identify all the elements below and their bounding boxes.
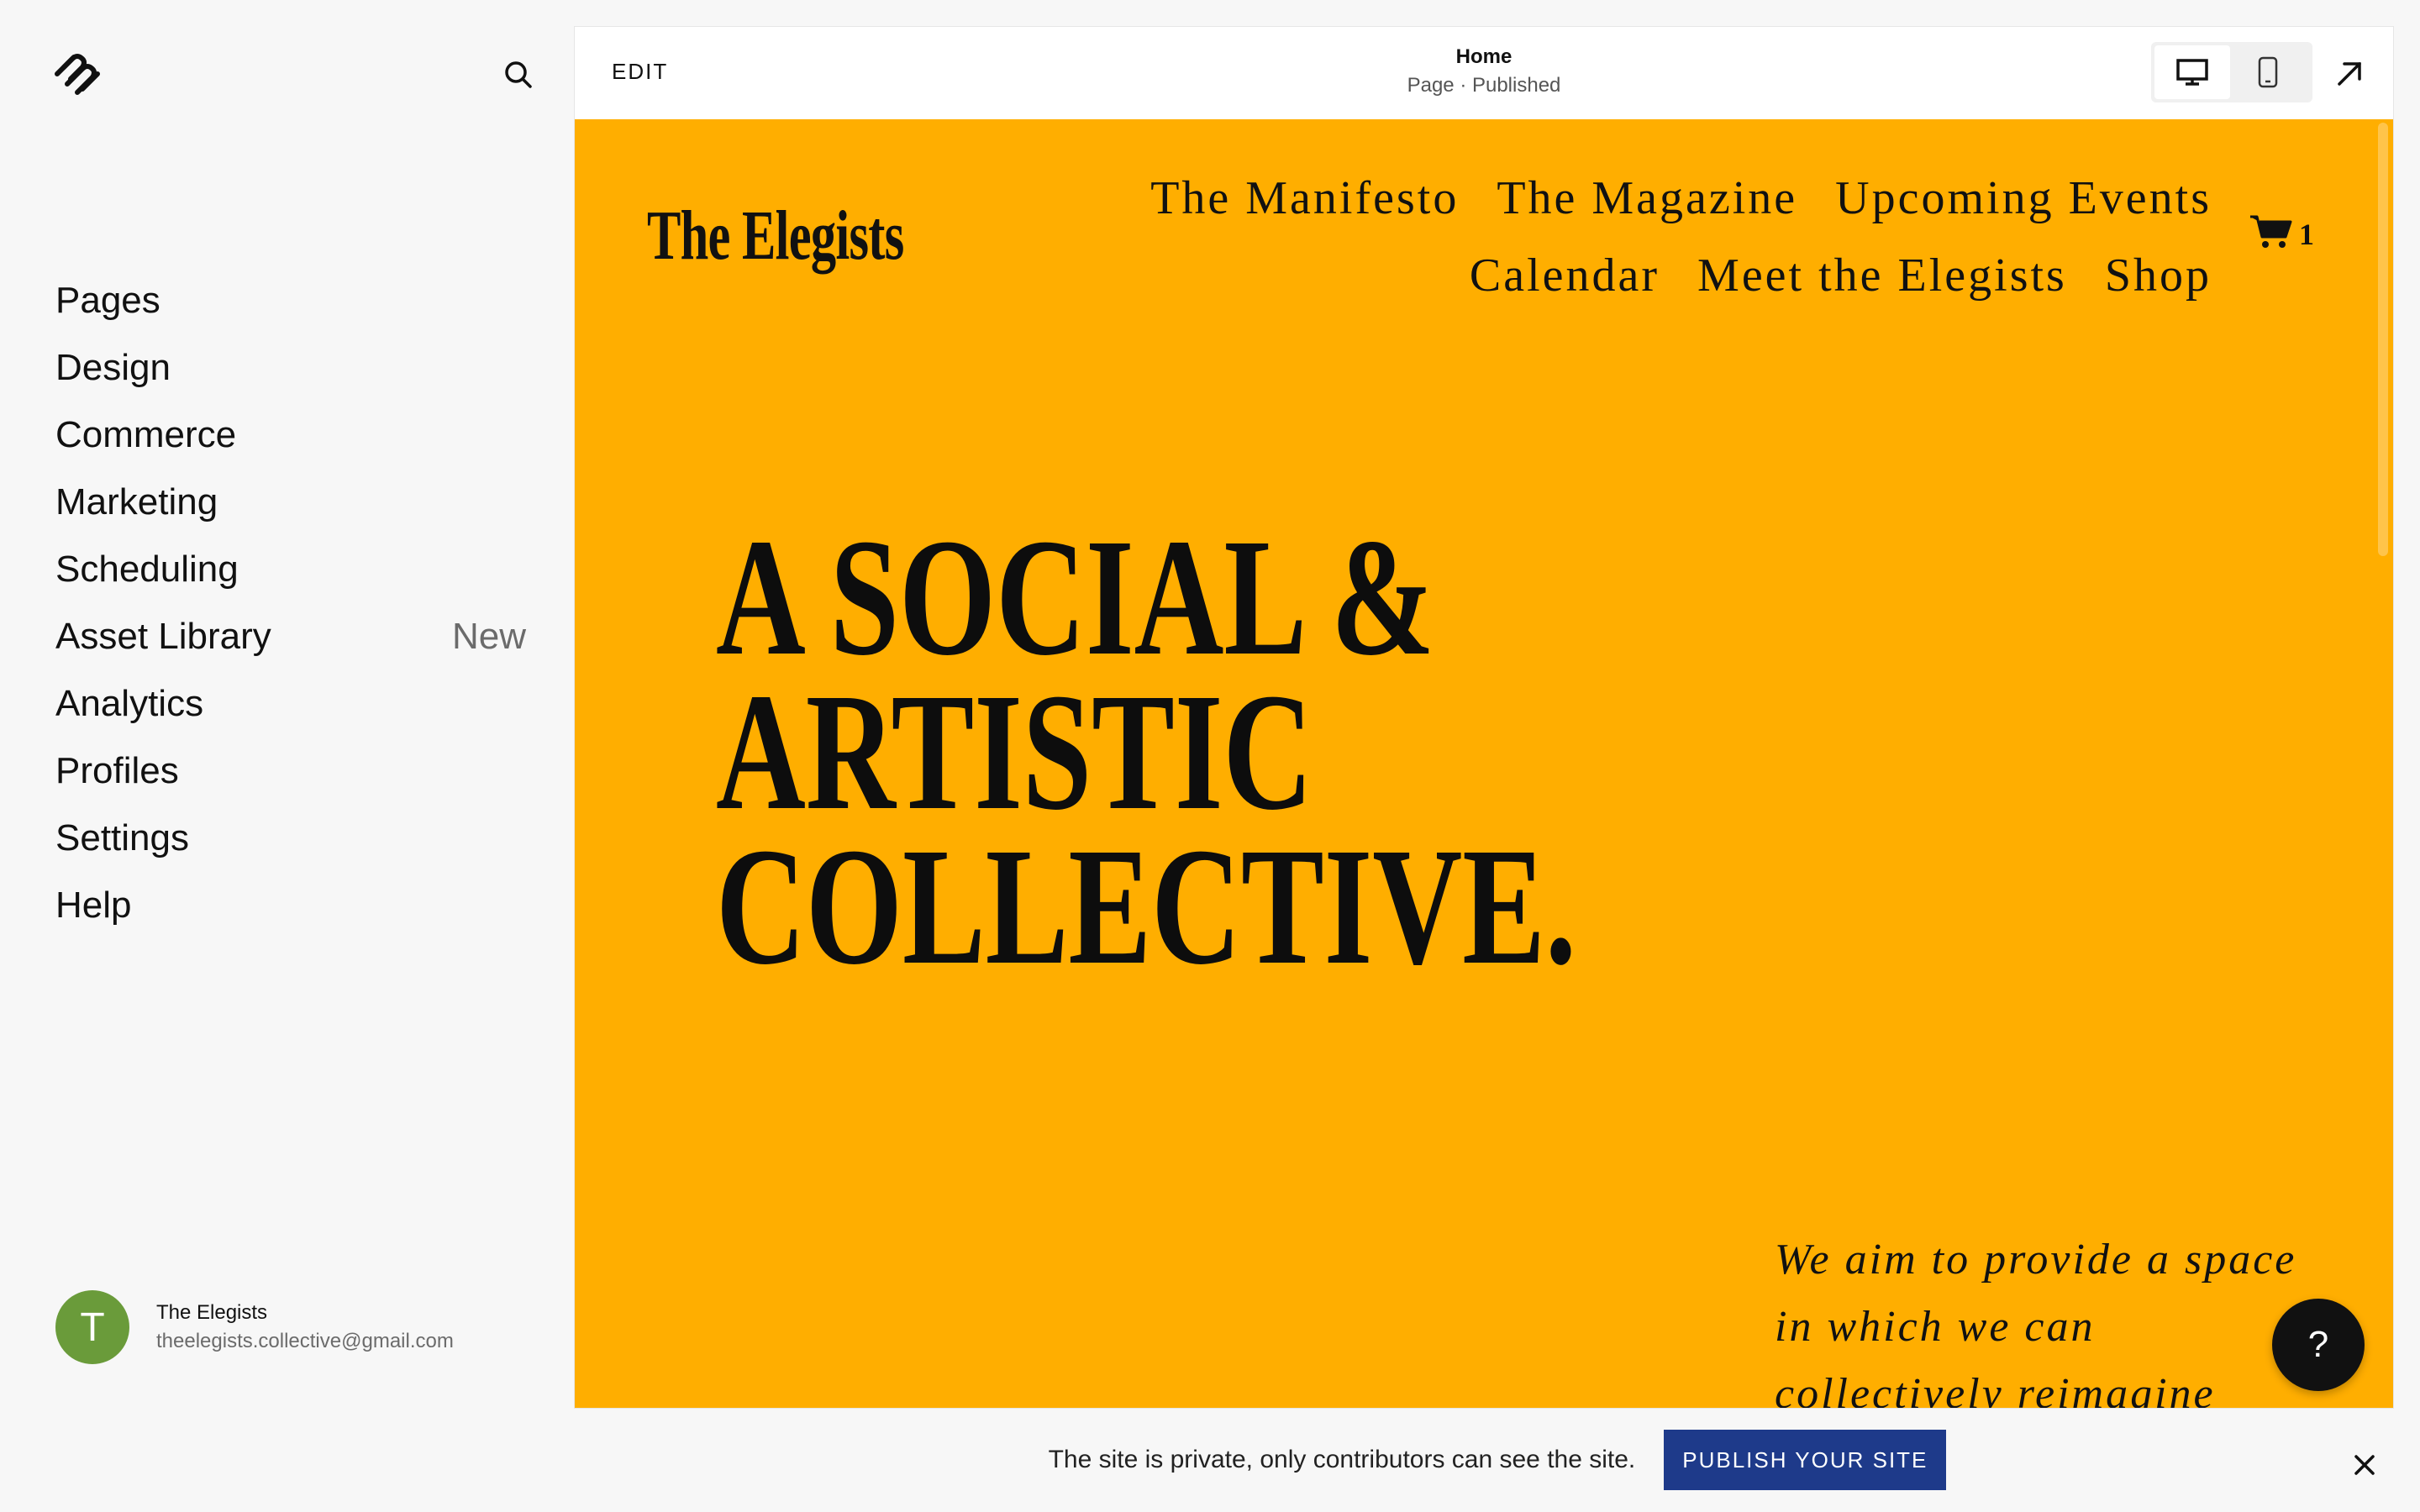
sidebar-item-help[interactable]: Help xyxy=(55,872,526,939)
search-icon[interactable] xyxy=(499,55,538,94)
cart-count: 1 xyxy=(2299,217,2314,251)
sidebar-item-label: Pages xyxy=(55,280,160,321)
sidebar-item-label: Settings xyxy=(55,817,189,858)
account-email: theelegists.collective@gmail.com xyxy=(156,1330,454,1352)
help-button[interactable]: ? xyxy=(2272,1299,2365,1391)
editor-frame: EDIT Home Page · Published The Elegists … xyxy=(575,27,2393,1408)
sidebar-item-label: Profiles xyxy=(55,750,179,791)
sidebar-item-marketing[interactable]: Marketing xyxy=(55,469,526,536)
mobile-view-icon[interactable] xyxy=(2230,45,2306,99)
sidebar-item-label: Marketing xyxy=(55,481,218,522)
view-toggle xyxy=(2151,42,2312,102)
sidebar-item-design[interactable]: Design xyxy=(55,334,526,402)
site-nav: The Manifesto The Magazine Upcoming Even… xyxy=(1035,160,2212,314)
sidebar-nav: Pages Design Commerce Marketing Scheduli… xyxy=(55,267,526,939)
sidebar-item-label: Commerce xyxy=(55,414,237,455)
sidebar-item-analytics[interactable]: Analytics xyxy=(55,670,526,738)
site-nav-upcoming-events[interactable]: Upcoming Events xyxy=(1835,172,2212,224)
hero-heading: A SOCIAL & ARTISTIC COLLECTIVE. xyxy=(716,505,1576,1000)
site-nav-shop[interactable]: Shop xyxy=(2105,249,2212,302)
sidebar-item-profiles[interactable]: Profiles xyxy=(55,738,526,805)
account-info: The Elegists theelegists.collective@gmai… xyxy=(156,1301,454,1353)
site-nav-manifesto[interactable]: The Manifesto xyxy=(1150,172,1459,224)
page-status: Page · Published xyxy=(1407,74,1561,97)
squarespace-logo-icon[interactable] xyxy=(52,50,104,96)
sidebar-item-label: Design xyxy=(55,347,171,388)
site-nav-calendar[interactable]: Calendar xyxy=(1470,249,1660,302)
cart-button[interactable]: 1 xyxy=(2249,213,2314,255)
desktop-view-icon[interactable] xyxy=(2154,45,2230,99)
sidebar-item-commerce[interactable]: Commerce xyxy=(55,402,526,469)
sidebar-item-label: Help xyxy=(55,885,132,926)
page-title: Home xyxy=(1455,45,1512,68)
hero-line: A SOCIAL & xyxy=(716,505,1435,690)
site-nav-magazine[interactable]: The Magazine xyxy=(1497,172,1797,224)
sidebar: Pages Design Commerce Marketing Scheduli… xyxy=(0,0,575,1512)
tagline: We aim to provide a space in which we ca… xyxy=(1775,1236,2297,1408)
editor-topbar: EDIT Home Page · Published xyxy=(575,27,2393,119)
page-info: Home Page · Published xyxy=(575,45,2393,97)
site-preview: The Elegists The Manifesto The Magazine … xyxy=(575,119,2393,1408)
sidebar-item-scheduling[interactable]: Scheduling xyxy=(55,536,526,603)
open-site-arrow-icon[interactable] xyxy=(2331,55,2368,92)
banner-text: The site is private, only contributors c… xyxy=(1048,1446,1636,1473)
sidebar-item-label: Asset Library xyxy=(55,616,271,657)
site-nav-meet-the-elegists[interactable]: Meet the Elegists xyxy=(1697,249,2067,302)
hero-line: COLLECTIVE. xyxy=(716,814,1576,1000)
new-badge: New xyxy=(451,616,526,657)
sidebar-item-pages[interactable]: Pages xyxy=(55,267,526,334)
close-icon[interactable] xyxy=(2349,1450,2380,1480)
avatar: T xyxy=(55,1290,129,1364)
sidebar-item-asset-library[interactable]: Asset Library New xyxy=(55,603,526,670)
site-logo[interactable]: The Elegists xyxy=(647,195,904,276)
publish-site-button[interactable]: PUBLISH YOUR SITE xyxy=(1664,1430,1947,1490)
sidebar-item-label: Scheduling xyxy=(55,549,239,590)
account-menu[interactable]: T The Elegists theelegists.collective@gm… xyxy=(55,1289,560,1366)
preview-scrollbar[interactable] xyxy=(2378,123,2388,556)
sidebar-item-settings[interactable]: Settings xyxy=(55,805,526,872)
hero-line: ARTISTIC xyxy=(716,659,1313,845)
account-name: The Elegists xyxy=(156,1301,268,1324)
sidebar-item-label: Analytics xyxy=(55,683,204,724)
cart-icon xyxy=(2249,213,2292,255)
private-site-banner: The site is private, only contributors c… xyxy=(575,1408,2420,1512)
